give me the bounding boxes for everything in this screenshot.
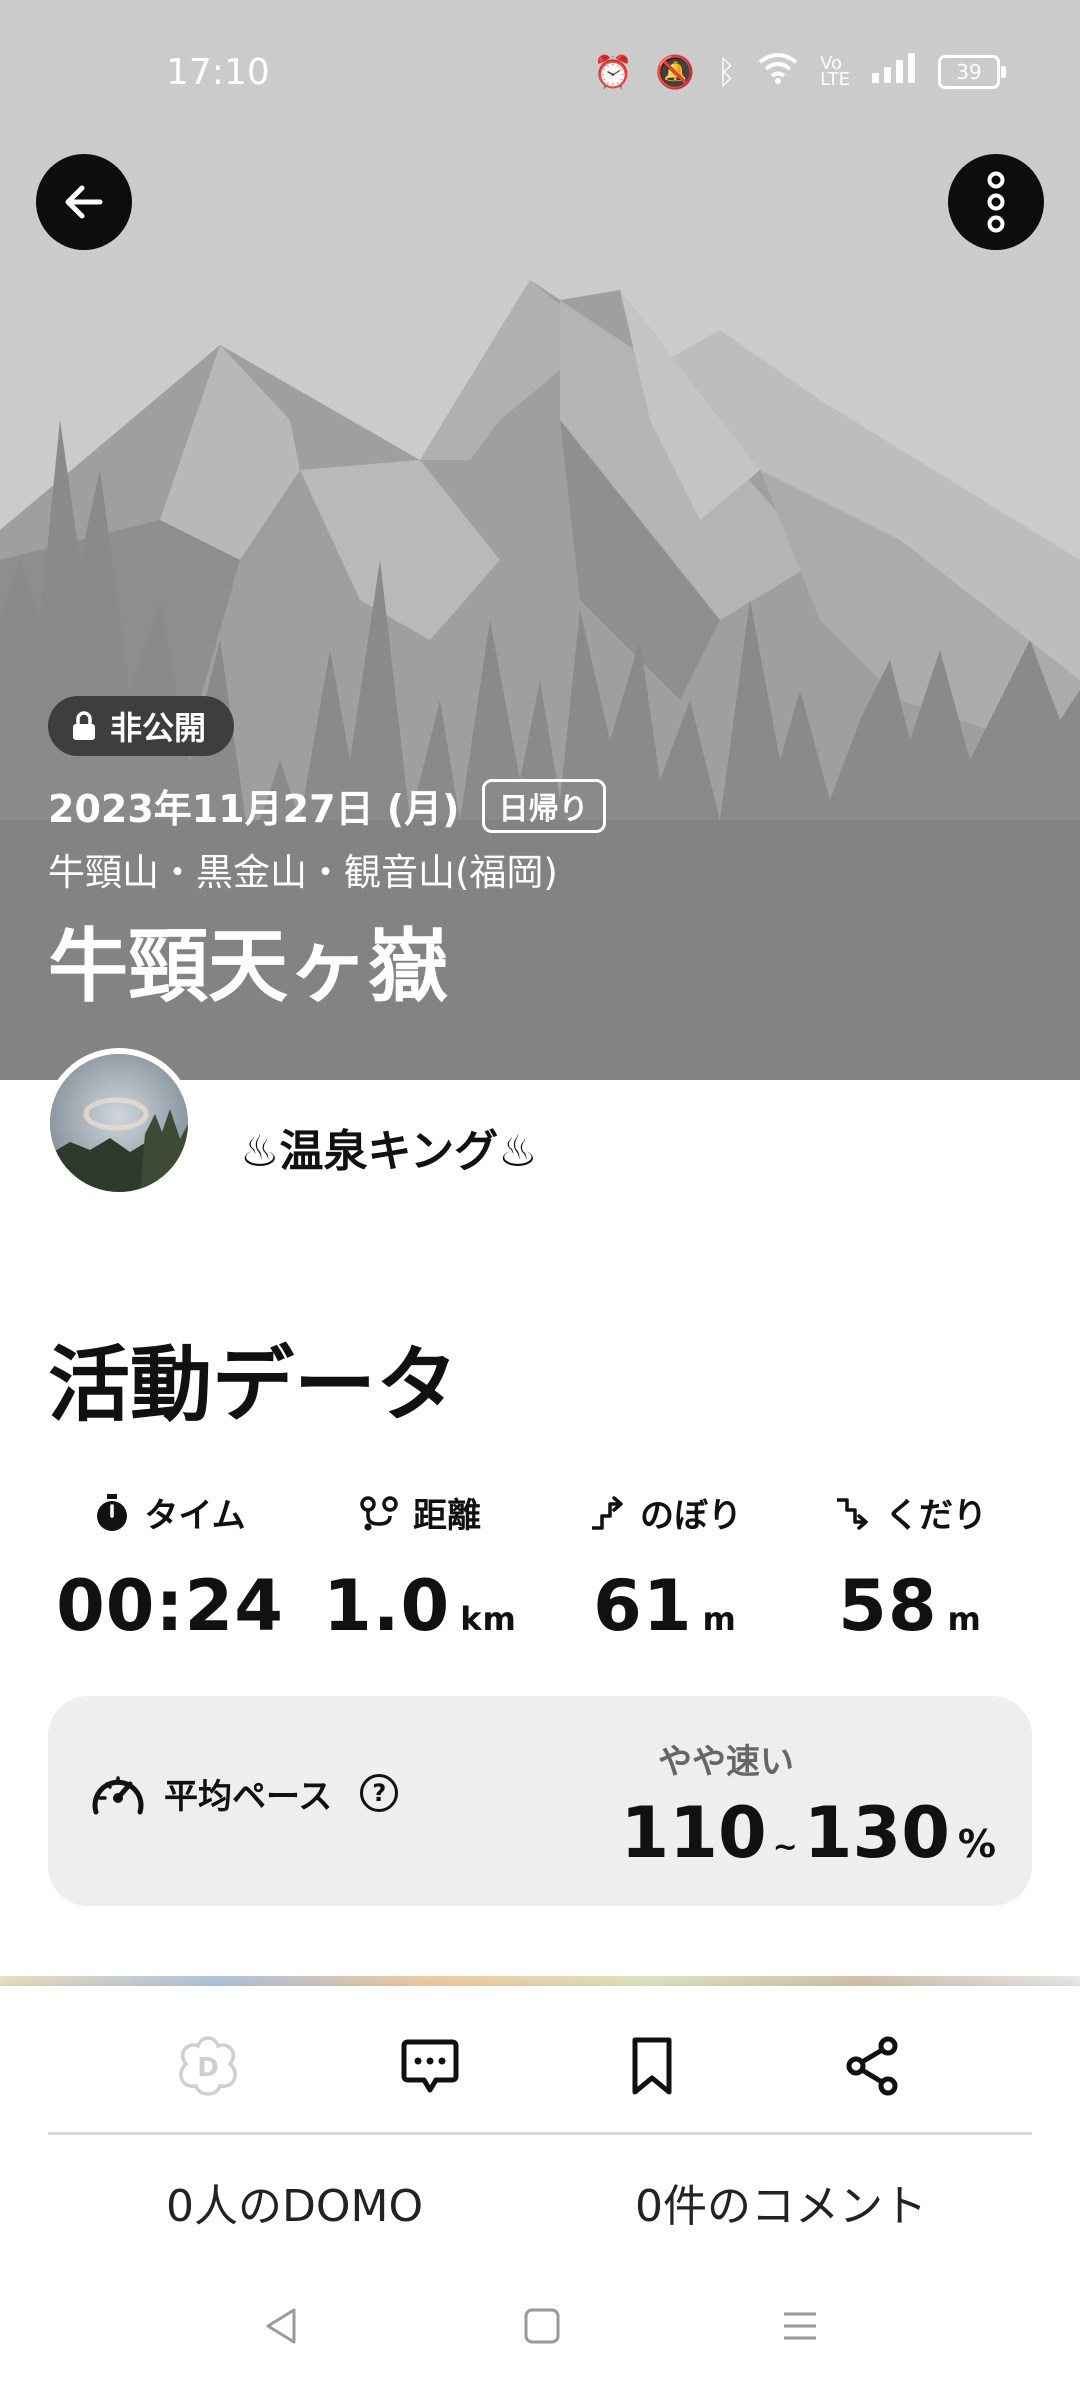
- stat-descent-unit: m: [947, 1600, 982, 1638]
- back-button[interactable]: [36, 154, 132, 250]
- pace-range-unit: %: [957, 1822, 996, 1866]
- signal-icon: [872, 53, 916, 91]
- bottom-action-bar: D 0人のDOMO 0件のコメント: [0, 1986, 1080, 2400]
- domo-icon-letter: D: [197, 2053, 219, 2083]
- stat-distance: 距離 1.0 km: [290, 1488, 550, 1647]
- domo-icon: D: [179, 2036, 237, 2096]
- descent-icon: [837, 1497, 868, 1530]
- user-name[interactable]: ♨温泉キング♨: [240, 1115, 538, 1179]
- nav-back-icon[interactable]: [262, 2306, 302, 2346]
- stat-descent-label: くだり: [885, 1496, 987, 1536]
- activity-date-row: 2023年11月27日 (月) 日帰り: [48, 778, 606, 833]
- comment-icon: [401, 2039, 459, 2093]
- stat-distance-label: 距離: [413, 1496, 481, 1536]
- speedometer-icon: [92, 1776, 144, 1815]
- nav-home-icon[interactable]: [522, 2306, 562, 2346]
- mute-icon: 🔕: [655, 53, 695, 91]
- average-pace-card[interactable]: 平均ペース ? やや速い 110 ~130%: [48, 1696, 1032, 1906]
- bookmark-icon: [632, 2037, 672, 2095]
- avatar[interactable]: [44, 1048, 194, 1198]
- bluetooth-icon: ᛒ: [716, 53, 737, 91]
- ascent-icon: [592, 1495, 623, 1530]
- domo-count[interactable]: 0人のDOMO: [166, 2170, 423, 2234]
- mountain-area[interactable]: 牛頸山・黒金山・観音山(福岡): [48, 842, 558, 896]
- map-preview-peek: [0, 1976, 1080, 1986]
- status-bar: 17:10 ⏰ 🔕 ᛒ Vo LTE 39: [0, 40, 1080, 110]
- stat-descent: くだり 58 m: [780, 1488, 1040, 1647]
- route-icon: [360, 1495, 398, 1530]
- wifi-icon: [758, 52, 798, 92]
- pace-speed-label: やや速い: [658, 1742, 794, 1782]
- help-icon[interactable]: ?: [360, 1774, 399, 1812]
- hero-header: 17:10 ⏰ 🔕 ᛒ Vo LTE 39 非公開 2023年11月27日 (月…: [0, 0, 1080, 1080]
- stat-time: タイム 00:24: [40, 1488, 300, 1647]
- stat-time-value: 00:24: [56, 1565, 284, 1647]
- status-time: 17:10: [166, 52, 270, 93]
- lock-icon: [73, 711, 95, 740]
- divider: [48, 2132, 1032, 2135]
- comment-count[interactable]: 0件のコメント: [635, 2170, 927, 2234]
- trip-type-tag: 日帰り: [481, 778, 606, 833]
- share-button[interactable]: [832, 2026, 912, 2106]
- alarm-icon: ⏰: [593, 53, 634, 91]
- page-title: 牛頸天ヶ嶽: [48, 920, 448, 1013]
- avatar-photo: [50, 1054, 188, 1192]
- more-vertical-icon: [987, 171, 1005, 233]
- stat-ascent-value: 61: [593, 1565, 693, 1647]
- bookmark-button[interactable]: [612, 2026, 692, 2106]
- stopwatch-icon: [97, 1493, 128, 1531]
- share-icon: [846, 2036, 898, 2096]
- section-title-activity: 活動データ: [48, 1338, 459, 1433]
- volte-icon: Vo LTE: [820, 53, 850, 90]
- stat-time-label: タイム: [144, 1496, 246, 1536]
- nav-menu-icon[interactable]: [780, 2306, 820, 2346]
- comment-button[interactable]: [390, 2026, 470, 2106]
- stat-ascent: のぼり 61 m: [535, 1488, 795, 1647]
- pace-range-min: 110: [620, 1792, 767, 1874]
- pace-range-separator: ~: [772, 1830, 798, 1865]
- privacy-badge: 非公開: [48, 696, 235, 756]
- battery-icon: 39: [938, 55, 1006, 89]
- stat-ascent-unit: m: [702, 1600, 737, 1638]
- pace-range: 110 ~130%: [621, 1792, 996, 1874]
- status-icons: ⏰ 🔕 ᛒ Vo LTE 39: [593, 52, 1006, 92]
- pace-label: 平均ペース: [164, 1776, 333, 1817]
- stat-descent-value: 58: [838, 1565, 938, 1647]
- activity-stats: タイム 00:24 距離 1.0 km のぼり 61 m くだり 58 m: [0, 1488, 1080, 1648]
- activity-date: 2023年11月27日 (月): [48, 787, 460, 831]
- arrow-left-icon: [65, 185, 103, 219]
- pace-range-max: 130: [803, 1792, 950, 1874]
- stat-distance-value: 1.0: [323, 1565, 451, 1647]
- domo-button[interactable]: D: [168, 2026, 248, 2106]
- more-options-button[interactable]: [948, 154, 1044, 250]
- stat-ascent-label: のぼり: [640, 1496, 742, 1536]
- privacy-label: 非公開: [110, 709, 207, 747]
- stat-distance-unit: km: [460, 1600, 517, 1638]
